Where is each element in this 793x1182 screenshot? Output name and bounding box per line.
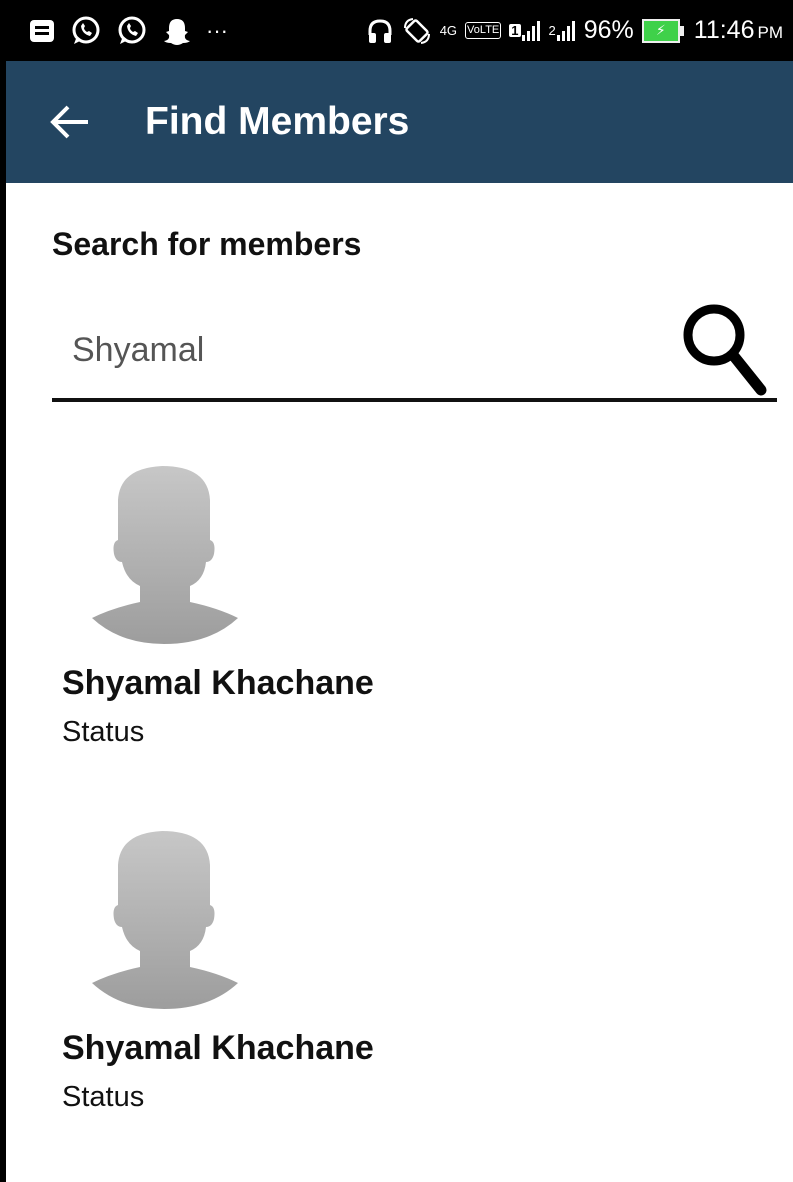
signal-icon: 1 [509, 19, 540, 43]
avatar-icon [92, 466, 238, 644]
back-arrow-icon [50, 105, 88, 139]
whatsapp-icon [116, 15, 148, 47]
clock-ampm: PM [757, 23, 784, 42]
clock: 11:46 PM [694, 16, 783, 45]
search-heading: Search for members [52, 226, 362, 262]
sim1-label: 1 [509, 23, 521, 38]
volte-badge: VoLTE [465, 22, 502, 39]
search-icon [683, 304, 767, 396]
page-title: Find Members [145, 100, 410, 143]
member-item[interactable]: Shyamal Khachane Status [62, 462, 662, 762]
clock-time: 11:46 [693, 16, 755, 44]
member-name: Shyamal Khachane [62, 664, 374, 702]
sim2-label: 2 [548, 23, 556, 38]
back-button[interactable] [40, 92, 100, 152]
more-icon: ··· [206, 17, 228, 43]
avatar-icon [92, 831, 238, 1009]
battery-percent: 96% [583, 16, 634, 44]
app-bar: Find Members [6, 61, 793, 183]
network-type: 4G [439, 23, 458, 38]
member-item[interactable]: Shyamal Khachane Status [62, 827, 662, 1127]
search-input[interactable] [52, 310, 612, 390]
member-status: Status [62, 716, 145, 748]
whatsapp-icon [70, 15, 102, 47]
rotate-icon [402, 16, 432, 46]
signal-icon: 2 [549, 19, 576, 43]
snapchat-icon [162, 16, 192, 46]
member-status: Status [62, 1081, 145, 1113]
notification-icon [28, 17, 56, 45]
member-name: Shyamal Khachane [62, 1029, 374, 1067]
status-bar: ··· 4G VoLTE 1 2 96% ⚡ 11:46 PM [0, 0, 793, 61]
search-bar [52, 290, 777, 402]
search-button[interactable] [667, 290, 777, 400]
battery-icon: ⚡ [641, 18, 684, 43]
headphones-icon [366, 17, 394, 45]
